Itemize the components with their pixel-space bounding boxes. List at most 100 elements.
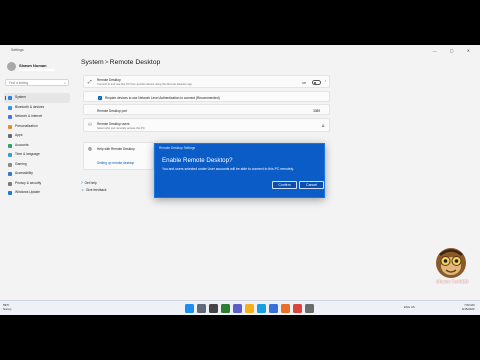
sidebar-item-label: Accessibility: [15, 171, 33, 175]
nla-label: Require devices to use Network Level Aut…: [105, 95, 220, 100]
chat-icon[interactable]: [233, 304, 242, 313]
sidebar-item-label: Accounts: [15, 142, 29, 147]
sidebar-item-label: System: [15, 95, 26, 99]
apps-icon: [8, 134, 12, 138]
enable-remote-desktop-dialog: Remote Desktop Settings Enable Remote De…: [154, 143, 325, 198]
remote-desktop-icon: ⤢: [88, 78, 92, 84]
remote-users-title: Remote Desktop users: [97, 121, 130, 126]
widgets-icon[interactable]: [221, 304, 230, 313]
confirm-button[interactable]: Confirm: [272, 181, 297, 189]
breadcrumb-parent[interactable]: System: [81, 59, 104, 66]
globe-icon: [8, 153, 12, 157]
sidebar-item-apps[interactable]: Apps: [4, 131, 70, 141]
sidebar-item-windows-update[interactable]: Windows Update: [4, 188, 70, 198]
sidebar-item-label: Windows Update: [15, 190, 40, 194]
get-help-label: Get help: [84, 181, 97, 185]
chevron-up-icon[interactable]: ⌃: [324, 80, 327, 84]
window-controls[interactable]: — ▢ ✕: [433, 48, 476, 53]
search-input[interactable]: Find a setting ⌕: [5, 79, 69, 86]
weather-text: Sunny: [3, 306, 12, 311]
settings-icon[interactable]: [305, 304, 314, 313]
cancel-button[interactable]: Cancel: [299, 181, 324, 189]
clock-date: 6/15/2023: [462, 306, 475, 311]
profile-email-redacted: [19, 69, 55, 71]
dialog-body: You and users selected under User accoun…: [162, 166, 294, 171]
shield-icon: [8, 181, 12, 186]
app-title: Settings: [11, 48, 24, 52]
port-value: 3389: [313, 108, 321, 113]
remote-desktop-card[interactable]: ⤢ Remote Desktop Connect to and use this…: [83, 75, 330, 88]
sidebar-item-label: Time & language: [15, 152, 40, 156]
remote-users-subtitle: Select who can remotely access this PC: [97, 127, 145, 130]
breadcrumb-current: Remote Desktop: [109, 59, 161, 66]
weather-widget[interactable]: 59°F Sunny: [3, 303, 12, 312]
open-external-icon[interactable]: ⧉: [322, 124, 325, 128]
get-help-link[interactable]: ? Get help: [81, 181, 106, 185]
give-feedback-label: Give feedback: [86, 187, 107, 192]
language-indicator[interactable]: ENG US: [404, 305, 415, 309]
dialog-title: Enable Remote Desktop?: [162, 157, 233, 164]
remote-desktop-title: Remote Desktop: [97, 78, 121, 82]
nla-checkbox[interactable]: ✓: [98, 95, 102, 100]
shawn-techbd-mascot-icon: [436, 248, 466, 278]
give-feedback-link[interactable]: ☺ Give feedback: [81, 188, 106, 192]
remote-desktop-subtitle: Connect to and use this PC from another …: [97, 83, 192, 86]
help-title: Help with Remote Desktop: [97, 146, 135, 151]
remote-users-row[interactable]: ⚇ Remote Desktop users Select who can re…: [83, 118, 330, 132]
system-clock[interactable]: 7:00 AM 6/15/2023: [462, 303, 475, 312]
page-title: System>Remote Desktop: [81, 59, 160, 66]
file-explorer-icon[interactable]: [245, 304, 254, 313]
remote-desktop-toggle[interactable]: [312, 80, 321, 85]
firefox-icon[interactable]: [281, 304, 290, 313]
sidebar-item-bluetooth[interactable]: Bluetooth & devices: [4, 103, 70, 113]
sidebar-item-network[interactable]: Network & internet: [4, 112, 70, 122]
sidebar-item-time-language[interactable]: Time & language: [4, 150, 70, 160]
search-placeholder: Find a setting: [9, 81, 29, 85]
port-row: Remote Desktop port 3389: [83, 104, 330, 115]
sidebar-item-label: Personalization: [15, 123, 38, 128]
chrome-icon[interactable]: [293, 304, 302, 313]
toggle-state-label: Off: [302, 80, 306, 85]
help-link[interactable]: Setting up remote desktop: [97, 161, 134, 165]
accessibility-icon: [8, 172, 12, 176]
sidebar-item-label: Bluetooth & devices: [15, 104, 45, 109]
store-icon[interactable]: [269, 304, 278, 313]
user-profile[interactable]: Shawn Noman: [7, 60, 69, 74]
profile-name: Shawn Noman: [19, 63, 47, 68]
sidebar-item-gaming[interactable]: Gaming: [4, 160, 70, 170]
bluetooth-icon: [8, 105, 12, 110]
sidebar-item-accounts[interactable]: Accounts: [4, 141, 70, 151]
sidebar-item-label: Network & internet: [15, 114, 43, 118]
edge-icon[interactable]: [257, 304, 266, 313]
accounts-icon: [8, 143, 12, 148]
port-label: Remote Desktop port: [97, 108, 128, 113]
taskbar-icons: [185, 304, 314, 313]
users-icon: ⚇: [88, 122, 93, 127]
gamepad-icon: [8, 162, 12, 167]
globe-icon: ◍: [88, 146, 92, 151]
search-icon: ⌕: [64, 80, 66, 85]
footer-links: ? Get help ☺ Give feedback: [81, 181, 106, 194]
sidebar-item-label: Apps: [15, 133, 23, 137]
search-icon[interactable]: [197, 304, 206, 313]
sidebar-item-accessibility[interactable]: Accessibility: [4, 169, 70, 179]
brush-icon: [8, 124, 12, 129]
sidebar-nav: System Bluetooth & devices Network & int…: [4, 93, 70, 198]
avatar: [7, 62, 16, 71]
sidebar-item-system[interactable]: System: [4, 93, 70, 103]
task-view-icon[interactable]: [209, 304, 218, 313]
nla-row[interactable]: ✓ Require devices to use Network Level A…: [83, 91, 330, 102]
title-bar: Settings — ▢ ✕: [0, 45, 480, 56]
brand-name: Shawn TechBD: [436, 279, 469, 284]
dialog-caption: Remote Desktop Settings: [159, 145, 196, 150]
windows-start-icon[interactable]: [185, 304, 194, 313]
taskbar: 59°F Sunny ENG US 7:00 AM 6/15/2023: [0, 300, 480, 315]
sidebar-item-personalization[interactable]: Personalization: [4, 122, 70, 132]
network-icon: [8, 115, 12, 119]
help-card: ◍ Help with Remote Desktop Setting up re…: [83, 142, 154, 170]
update-icon: [8, 191, 12, 195]
sidebar-item-privacy[interactable]: Privacy & security: [4, 179, 70, 189]
system-icon: [8, 96, 12, 100]
sidebar-item-label: Privacy & security: [15, 180, 42, 185]
sidebar-item-label: Gaming: [15, 161, 27, 166]
